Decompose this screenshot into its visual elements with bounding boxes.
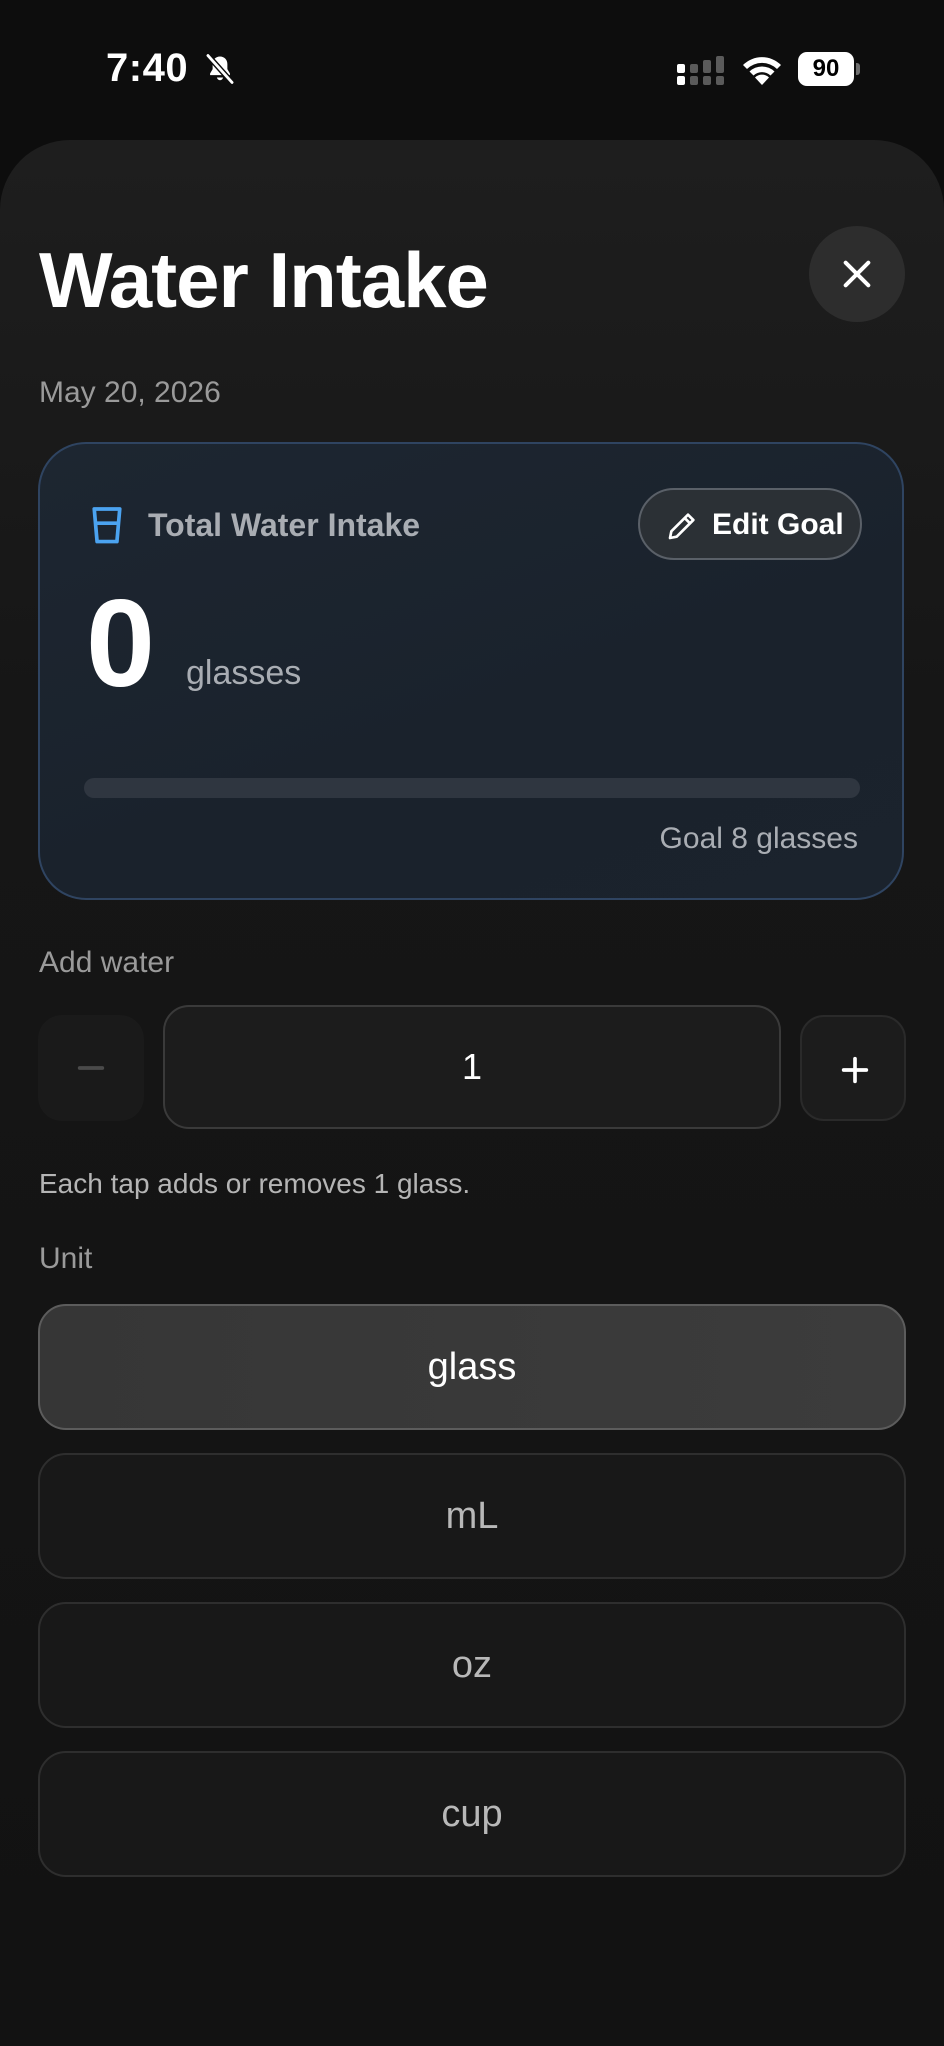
pencil-icon [668, 513, 695, 540]
edit-goal-button[interactable]: Edit Goal [638, 488, 862, 560]
date-label: May 20, 2026 [39, 376, 221, 409]
intake-value: 0 [86, 575, 155, 713]
water-intake-sheet: Water Intake May 20, 2026 Total Water In… [0, 140, 944, 2046]
water-glass-icon [92, 507, 122, 544]
goal-text: Goal 8 glasses [659, 822, 858, 855]
unit-label: Unit [39, 1242, 93, 1275]
status-bar: 7:40 90 [0, 0, 944, 140]
progress-bar [84, 778, 860, 798]
close-icon [843, 260, 871, 288]
wifi-icon [743, 57, 781, 85]
battery-icon: 90 [798, 52, 860, 86]
add-water-label: Add water [39, 946, 175, 979]
unit-option-glass[interactable]: glass [38, 1304, 906, 1430]
battery-level: 90 [798, 52, 854, 86]
quantity-input[interactable]: 1 [163, 1005, 781, 1129]
helper-text: Each tap adds or removes 1 glass. [39, 1168, 471, 1199]
intake-unit: glasses [186, 654, 302, 692]
unit-option-cup[interactable]: cup [38, 1751, 906, 1877]
bell-slash-icon [205, 52, 235, 86]
decrement-button[interactable] [38, 1015, 144, 1121]
page-title: Water Intake [39, 236, 489, 324]
minus-icon [77, 1066, 105, 1070]
card-label: Total Water Intake [148, 507, 421, 543]
total-intake-card: Total Water Intake Edit Goal 0 glasses G… [38, 442, 904, 900]
unit-option-ml[interactable]: mL [38, 1453, 906, 1579]
edit-goal-label: Edit Goal [712, 508, 844, 541]
battery-cap [856, 63, 860, 75]
plus-icon [841, 1056, 869, 1084]
unit-option-oz[interactable]: oz [38, 1602, 906, 1728]
status-time: 7:40 [106, 46, 189, 90]
increment-button[interactable] [800, 1015, 906, 1121]
signal-icon [677, 56, 724, 85]
close-button[interactable] [809, 226, 905, 322]
